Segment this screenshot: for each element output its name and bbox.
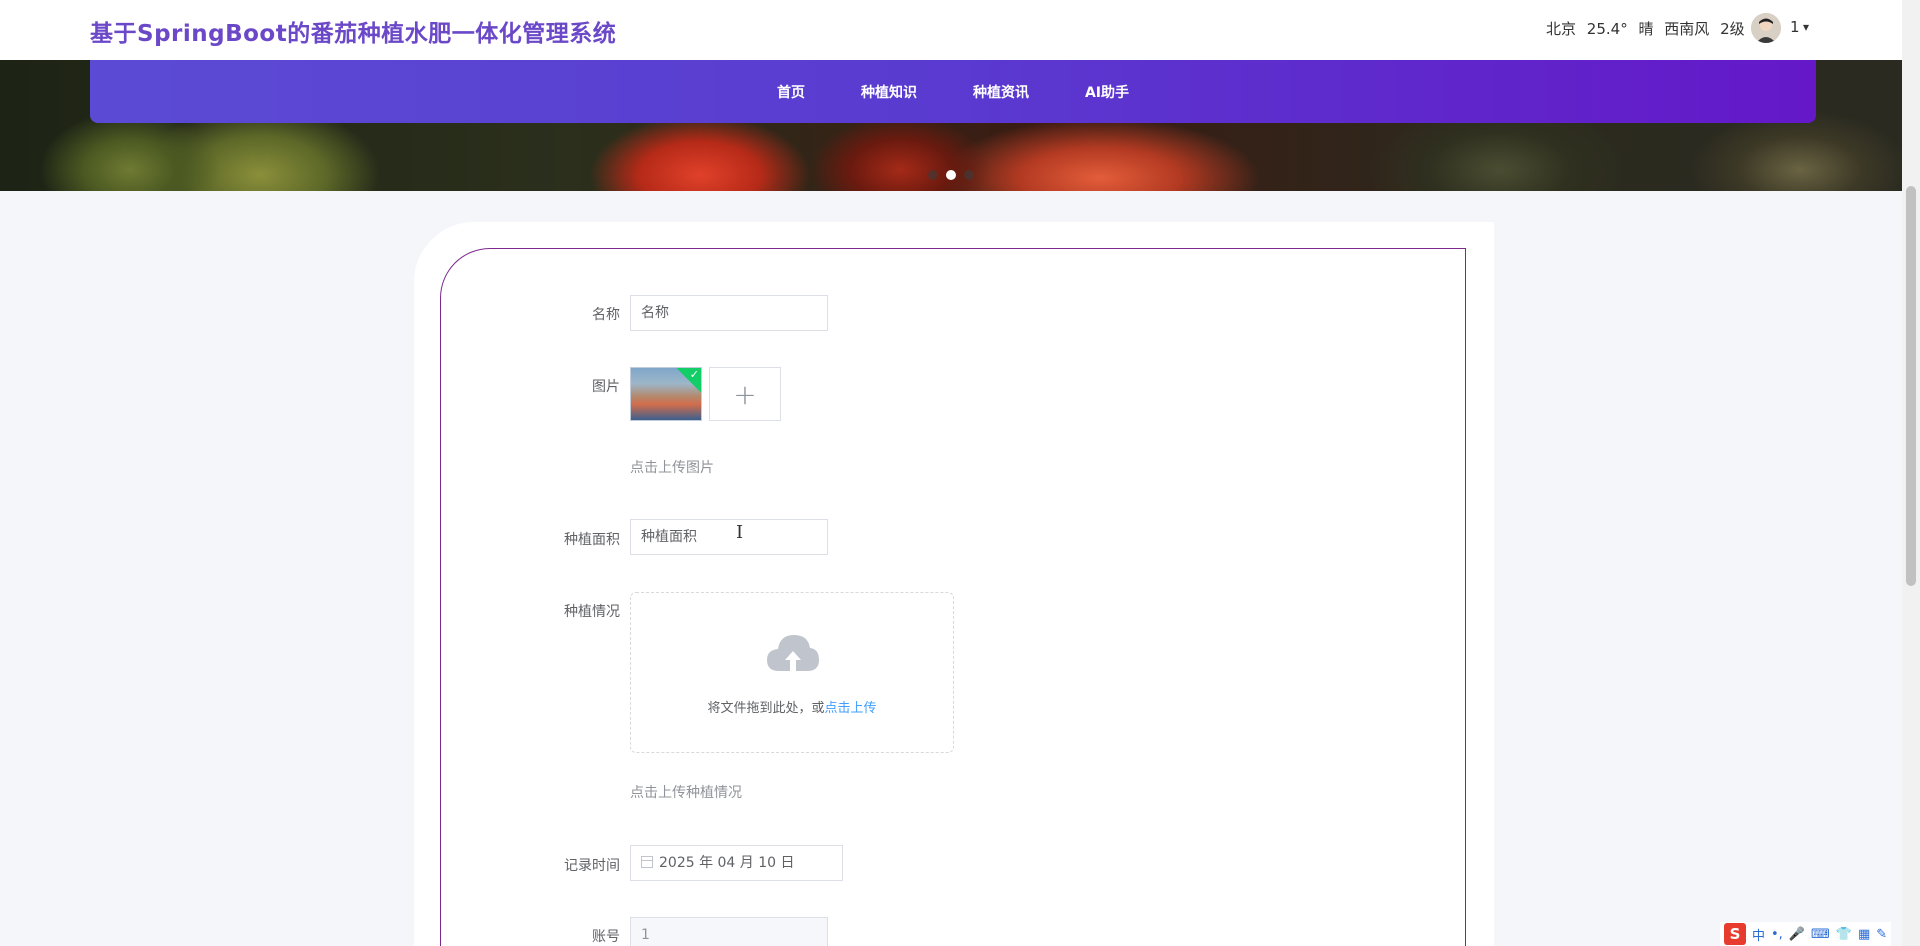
record-time-value: 2025 年 04 月 10 日 (659, 855, 795, 871)
carousel-dot-3[interactable] (964, 170, 974, 180)
weather-widget: 北京 25.4° 晴 西南风 2级 (1546, 18, 1751, 39)
ime-toolbar: S 中 •, 🎤 ⌨ 👕 ▦ ✎ (1720, 922, 1892, 946)
dropzone-upload-link[interactable]: 点击上传 (825, 701, 877, 716)
text-cursor-icon: I (736, 522, 744, 543)
situation-upload-hint: 点击上传种植情况 (630, 785, 742, 801)
carousel-indicators (928, 170, 974, 180)
ime-handwriting-icon[interactable]: ✎ (1876, 927, 1887, 942)
dropzone-text: 将文件拖到此处，或点击上传 (631, 697, 953, 716)
area-input[interactable]: 种植面积 (630, 519, 828, 555)
name-input[interactable]: 名称 (630, 295, 828, 331)
situation-label: 种植情况 (564, 604, 620, 620)
carousel-dot-2[interactable] (946, 170, 956, 180)
page-scrollbar[interactable] (1902, 0, 1920, 946)
ime-keyboard-icon[interactable]: ⌨ (1811, 927, 1830, 942)
account-label: 账号 (592, 929, 620, 945)
ime-toolbox-icon[interactable]: ▦ (1858, 927, 1870, 942)
ime-punctuation-icon[interactable]: •, (1771, 927, 1783, 942)
weather-city: 北京 (1546, 20, 1577, 38)
main-nav: 首页 种植知识 种植资讯 AI助手 (90, 60, 1816, 123)
nav-planting-news[interactable]: 种植资讯 (973, 82, 1029, 102)
file-dropzone[interactable]: 将文件拖到此处，或点击上传 (630, 592, 954, 753)
user-dropdown-caret-icon[interactable]: ▾ (1803, 20, 1809, 34)
add-image-button[interactable]: + (709, 367, 781, 421)
image-upload-hint: 点击上传图片 (630, 460, 714, 476)
account-input: 1 (630, 917, 828, 946)
site-title: 基于SpringBoot的番茄种植水肥一体化管理系统 (90, 21, 617, 47)
avatar-icon (1751, 13, 1781, 43)
name-label: 名称 (592, 307, 620, 323)
nav-home[interactable]: 首页 (777, 82, 805, 102)
calendar-icon (641, 856, 653, 868)
sogou-ime-logo-icon[interactable]: S (1724, 923, 1746, 945)
ime-voice-icon[interactable]: 🎤 (1789, 927, 1805, 942)
plus-icon: + (733, 377, 757, 411)
weather-temp: 25.4° (1586, 20, 1628, 38)
record-time-date-picker[interactable]: 2025 年 04 月 10 日 (630, 845, 843, 881)
check-icon: ✓ (689, 368, 699, 381)
user-avatar[interactable] (1751, 13, 1781, 43)
image-label: 图片 (592, 379, 620, 395)
weather-level: 2级 (1720, 20, 1745, 38)
nav-ai-assistant[interactable]: AI助手 (1085, 82, 1129, 102)
ime-chinese-mode-icon[interactable]: 中 (1752, 925, 1765, 944)
weather-wind: 西南风 (1664, 20, 1710, 38)
username[interactable]: 1 (1790, 18, 1800, 36)
uploaded-image-thumbnail[interactable]: ✓ (630, 367, 702, 421)
dropzone-instruction: 将文件拖到此处，或 (707, 701, 825, 716)
ime-skin-icon[interactable]: 👕 (1836, 927, 1852, 942)
carousel-dot-1[interactable] (928, 170, 938, 180)
area-label: 种植面积 (564, 532, 620, 548)
record-time-label: 记录时间 (564, 858, 620, 874)
cloud-upload-icon (767, 635, 819, 671)
nav-planting-knowledge[interactable]: 种植知识 (861, 82, 917, 102)
weather-condition: 晴 (1638, 20, 1654, 38)
top-header: 基于SpringBoot的番茄种植水肥一体化管理系统 北京 25.4° 晴 西南… (0, 0, 1902, 60)
scrollbar-thumb[interactable] (1906, 186, 1916, 586)
